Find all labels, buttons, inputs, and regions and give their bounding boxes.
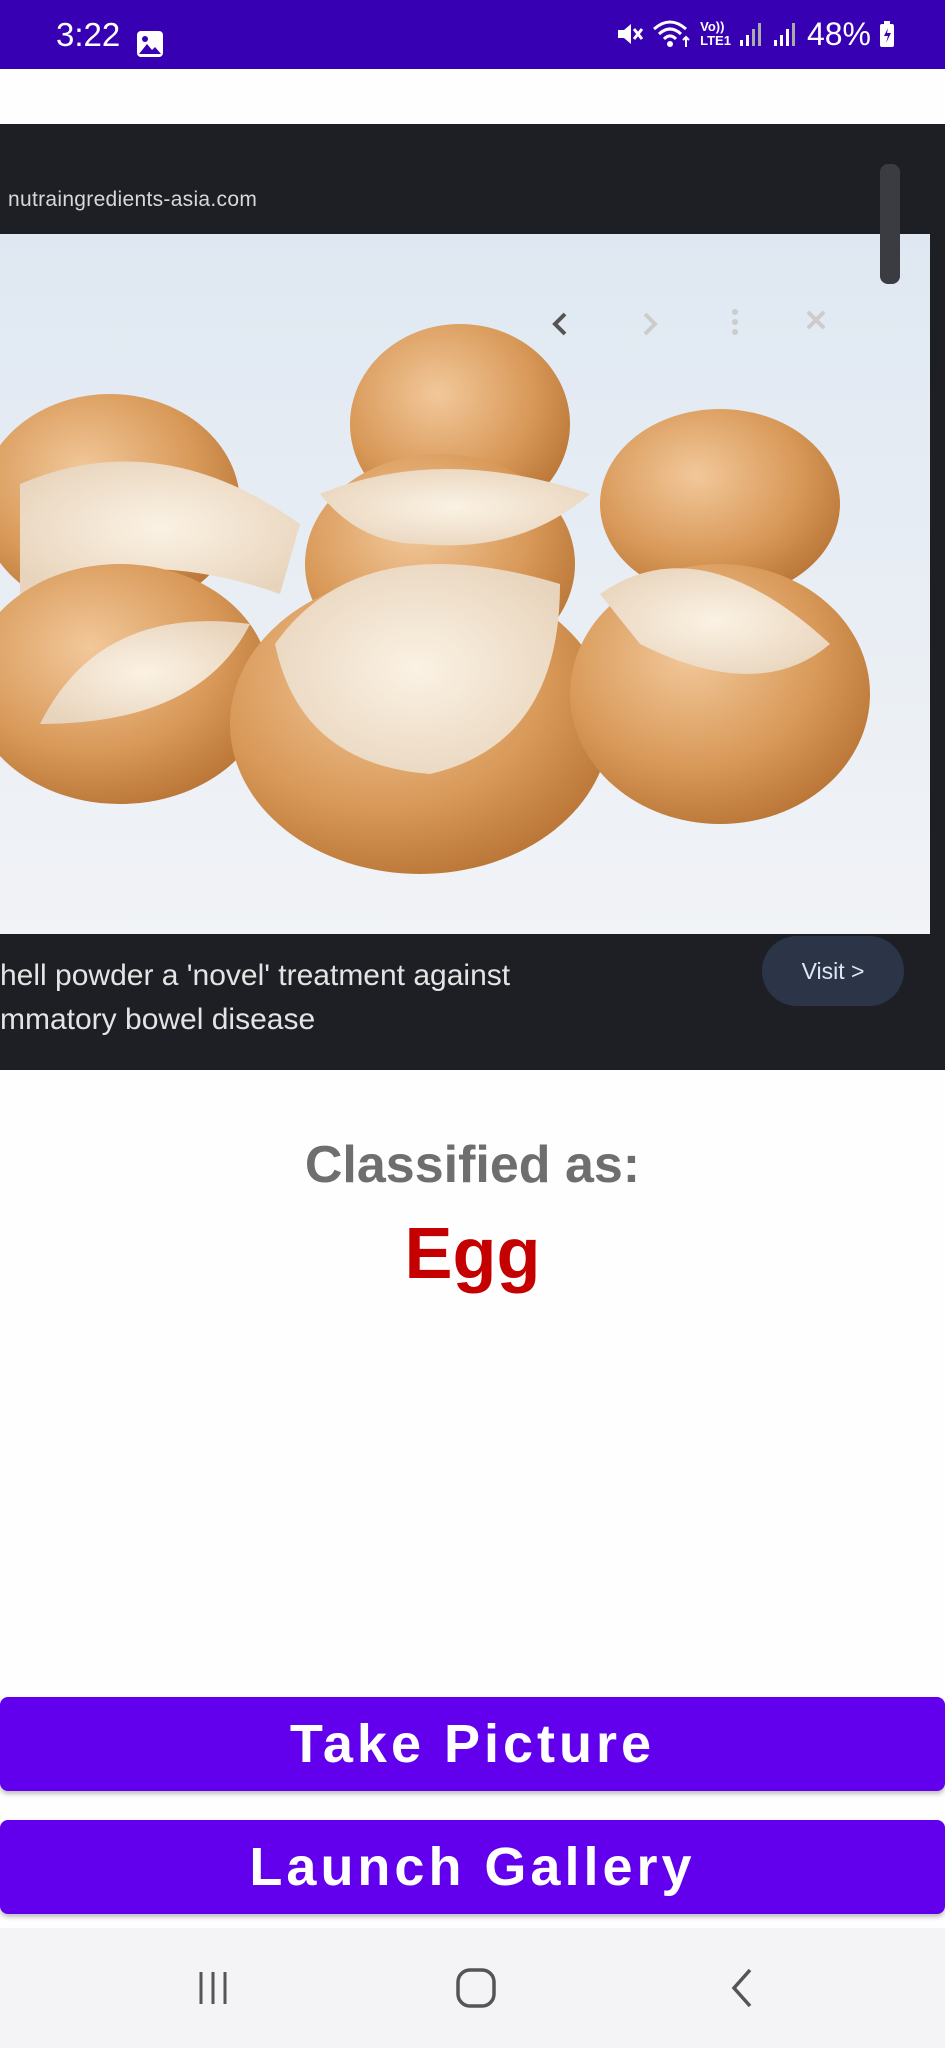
status-icons: Vo)) LTE1 48%: [614, 14, 895, 54]
volte-icon: Vo)) LTE1: [700, 20, 731, 48]
classified-image: nutraingredients-asia.com hell powder a …: [0, 124, 945, 1070]
back-icon[interactable]: [702, 1958, 782, 2018]
battery-percent: 48%: [806, 16, 871, 52]
caption-line-1: hell powder a 'novel' treatment against: [0, 959, 511, 992]
caption-line-2: mmatory bowel disease: [0, 1003, 316, 1036]
volte-line1: Vo)): [700, 19, 725, 34]
volte-line2: LTE1: [700, 33, 731, 48]
status-bar: 3:22 Vo)) LTE1 48%: [0, 0, 945, 69]
mute-icon: [614, 19, 644, 49]
image-icon: [136, 30, 164, 58]
wifi-icon: [652, 19, 692, 49]
classified-value: Egg: [404, 1214, 541, 1294]
signal-icon: [773, 20, 799, 48]
recents-icon[interactable]: [173, 1958, 253, 2018]
photo-caption: hell powder a 'novel' treatment against …: [0, 954, 760, 1042]
launch-gallery-button[interactable]: Launch Gallery: [0, 1820, 945, 1914]
signal-icon: [739, 20, 765, 48]
home-icon[interactable]: [436, 1958, 516, 2018]
take-picture-button[interactable]: Take Picture: [0, 1697, 945, 1791]
photo-visit-chip: Visit >: [762, 936, 904, 1006]
eggshell-photo: [0, 124, 945, 1070]
navigation-bar: [0, 1928, 945, 2048]
photo-url-text: nutraingredients-asia.com: [8, 188, 258, 211]
classified-label: Classified as:: [304, 1136, 641, 1194]
status-time: 3:22: [56, 16, 121, 53]
battery-icon: [879, 20, 895, 48]
